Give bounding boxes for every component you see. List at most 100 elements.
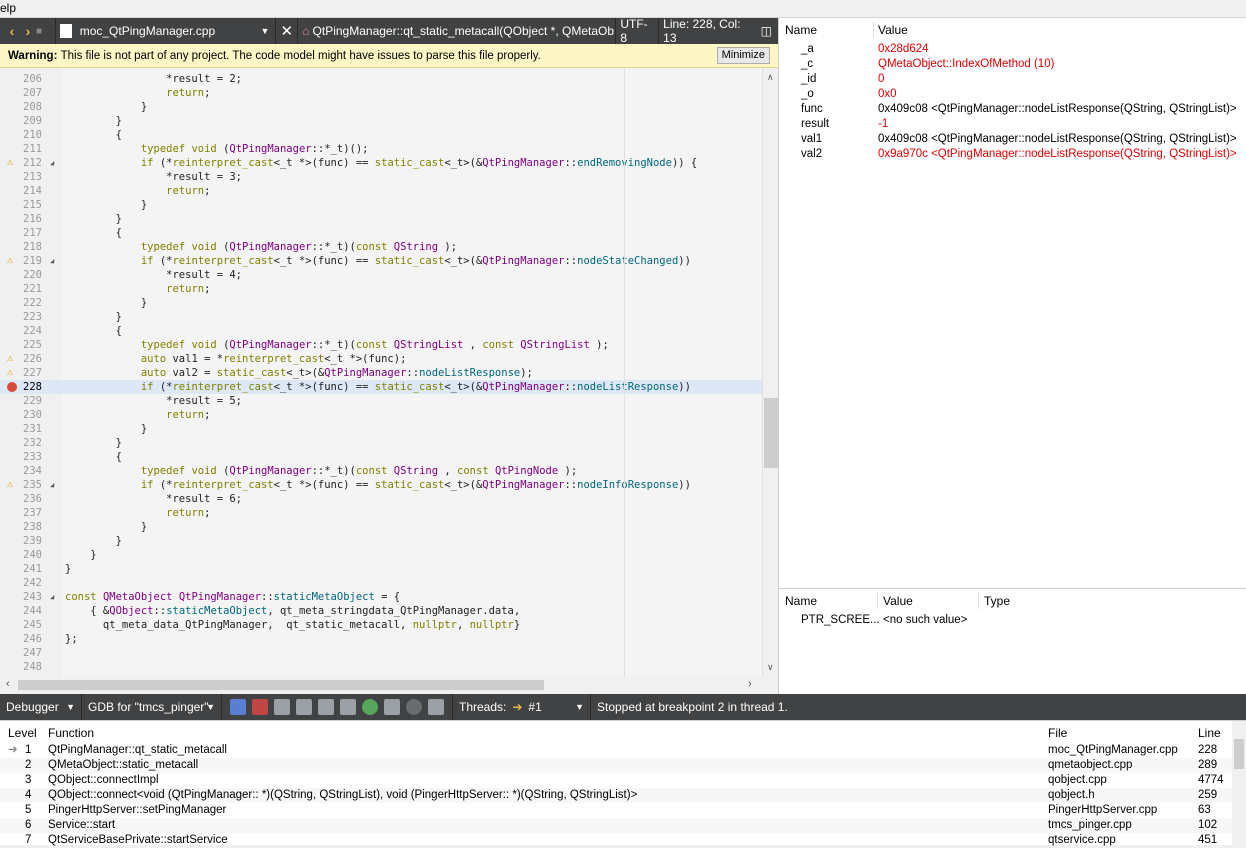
line-number[interactable]: 224: [6, 324, 42, 338]
line-number[interactable]: 238: [6, 520, 42, 534]
line-number[interactable]: 245: [6, 618, 42, 632]
menu-help[interactable]: elp: [0, 1, 16, 15]
code-line[interactable]: 223 }: [0, 310, 762, 324]
code-line[interactable]: 241}: [0, 562, 762, 576]
scroll-right-icon[interactable]: ›: [748, 678, 752, 690]
code-line[interactable]: 216 }: [0, 212, 762, 226]
line-number[interactable]: 242: [6, 576, 42, 590]
line-number[interactable]: 239: [6, 534, 42, 548]
fold-icon[interactable]: ◢: [50, 156, 54, 170]
code-line[interactable]: 212 ⚠ ◢ if (*reinterpret_cast<_t *>(func) …: [0, 156, 762, 170]
code-line[interactable]: 238 }: [0, 520, 762, 534]
code-line[interactable]: 219 ⚠ ◢ if (*reinterpret_cast<_t *>(func) …: [0, 254, 762, 268]
locals-row[interactable]: result -1: [779, 117, 1246, 132]
cursor-position[interactable]: Line: 228, Col: 13: [659, 17, 761, 45]
list-icon[interactable]: [296, 699, 312, 715]
line-number[interactable]: 248: [6, 660, 42, 674]
line-number[interactable]: 241: [6, 562, 42, 576]
record-icon[interactable]: [406, 699, 422, 715]
locals-row[interactable]: _a 0x28d624: [779, 42, 1246, 57]
edit-icon[interactable]: [340, 699, 356, 715]
fold-icon[interactable]: ◢: [50, 254, 54, 268]
code-line[interactable]: 240 }: [0, 548, 762, 562]
line-number[interactable]: 243: [6, 590, 42, 604]
breakpoint-icon[interactable]: [7, 382, 17, 392]
code-line[interactable]: 244 { &QObject::staticMetaObject, qt_met…: [0, 604, 762, 618]
locals-row[interactable]: func 0x409c08 <QtPingManager::nodeListRes…: [779, 102, 1246, 117]
code-line[interactable]: 222 }: [0, 296, 762, 310]
stack-row[interactable]: 2 QMetaObject::static_metacall qmetaobject…: [0, 758, 1232, 773]
remove-breakpoints-icon[interactable]: [252, 699, 268, 715]
code-line[interactable]: 213 *result = 3;: [0, 170, 762, 184]
stack-level-header[interactable]: Level: [8, 721, 37, 745]
code-line[interactable]: 221 return;: [0, 282, 762, 296]
stack-row[interactable]: 6 Service::start tmcs_pinger.cpp 102: [0, 818, 1232, 833]
line-number[interactable]: 244: [6, 604, 42, 618]
editor-horizontal-scrollbar[interactable]: ‹ ›: [0, 677, 778, 693]
stack-line-header[interactable]: Line: [1198, 721, 1221, 745]
code-line[interactable]: 227 ⚠ auto val2 = static_cast<_t>(&QtPing…: [0, 366, 762, 380]
forward-arrow-icon[interactable]: ›: [20, 23, 36, 39]
line-number[interactable]: 234: [6, 464, 42, 478]
line-number[interactable]: 216: [6, 212, 42, 226]
stack-file-header[interactable]: File: [1048, 721, 1067, 745]
code-line[interactable]: 209 }: [0, 114, 762, 128]
locals-row[interactable]: _c QMetaObject::IndexOfMethod (10): [779, 57, 1246, 72]
stack-function-header[interactable]: Function: [48, 721, 94, 745]
stack-scrollbar[interactable]: [1232, 721, 1246, 846]
stack-row[interactable]: 7 QtServiceBasePrivate::startService qtser…: [0, 833, 1232, 848]
stack-row[interactable]: 4 QObject::connect<void (QtPingManager:: …: [0, 788, 1232, 803]
code-line[interactable]: 230 return;: [0, 408, 762, 422]
thread-selector[interactable]: Threads: ➔ #1 ▼: [453, 694, 591, 720]
line-number[interactable]: 211: [6, 142, 42, 156]
watch-type-header[interactable]: Type: [984, 589, 1010, 613]
line-number[interactable]: 225: [6, 338, 42, 352]
watch-value-header[interactable]: Value: [883, 589, 913, 613]
line-number[interactable]: 237: [6, 506, 42, 520]
code-line[interactable]: 206 *result = 2;: [0, 72, 762, 86]
back-arrow-icon[interactable]: ‹: [4, 23, 20, 39]
code-line[interactable]: 210 {: [0, 128, 762, 142]
step-icon[interactable]: [230, 699, 246, 715]
code-line[interactable]: 229 *result = 5;: [0, 394, 762, 408]
code-line[interactable]: 220 *result = 4;: [0, 268, 762, 282]
scrollbar-thumb[interactable]: [764, 398, 778, 468]
reload-icon[interactable]: [362, 699, 378, 715]
line-number[interactable]: 208: [6, 100, 42, 114]
code-line[interactable]: 214 return;: [0, 184, 762, 198]
locals-name-header[interactable]: Name: [785, 18, 817, 42]
line-number[interactable]: 223: [6, 310, 42, 324]
scroll-down-icon[interactable]: ∨: [767, 662, 774, 673]
locals-row[interactable]: _id 0: [779, 72, 1246, 87]
minimize-button[interactable]: Minimize: [716, 47, 770, 64]
code-line[interactable]: 228 if (*reinterpret_cast<_t *>(func) ==…: [0, 380, 762, 394]
code-line[interactable]: 239 }: [0, 534, 762, 548]
line-number[interactable]: 215: [6, 198, 42, 212]
line-number[interactable]: 231: [6, 422, 42, 436]
fold-icon[interactable]: ◢: [50, 590, 54, 604]
code-line[interactable]: 245 qt_meta_data_QtPingManager, qt_stati…: [0, 618, 762, 632]
scrollbar-thumb[interactable]: [1234, 739, 1244, 769]
line-number[interactable]: 221: [6, 282, 42, 296]
line-number[interactable]: 218: [6, 240, 42, 254]
engine-selector[interactable]: GDB for "tmcs_pinger" ▼: [82, 694, 222, 720]
code-line[interactable]: 233 {: [0, 450, 762, 464]
list-icon[interactable]: [274, 699, 290, 715]
code-line[interactable]: 226 ⚠ auto val1 = *reinterpret_cast<_t *>…: [0, 352, 762, 366]
line-number[interactable]: 236: [6, 492, 42, 506]
code-line[interactable]: 215 }: [0, 198, 762, 212]
hscrollbar-thumb[interactable]: [18, 680, 544, 690]
split-icon[interactable]: ◫: [761, 24, 778, 38]
line-number[interactable]: 210: [6, 128, 42, 142]
line-number[interactable]: 213: [6, 170, 42, 184]
scroll-up-icon[interactable]: ∧: [767, 72, 774, 83]
line-number[interactable]: 217: [6, 226, 42, 240]
line-number[interactable]: 206: [6, 72, 42, 86]
code-line[interactable]: 218 typedef void (QtPingManager::*_t)(co…: [0, 240, 762, 254]
document-icon[interactable]: [384, 699, 400, 715]
fold-icon[interactable]: ◢: [50, 478, 54, 492]
editor-vertical-scrollbar[interactable]: ∧ ∨: [762, 68, 778, 677]
locals-row[interactable]: _o 0x0: [779, 87, 1246, 102]
code-line[interactable]: 242: [0, 576, 762, 590]
line-number[interactable]: 209: [6, 114, 42, 128]
